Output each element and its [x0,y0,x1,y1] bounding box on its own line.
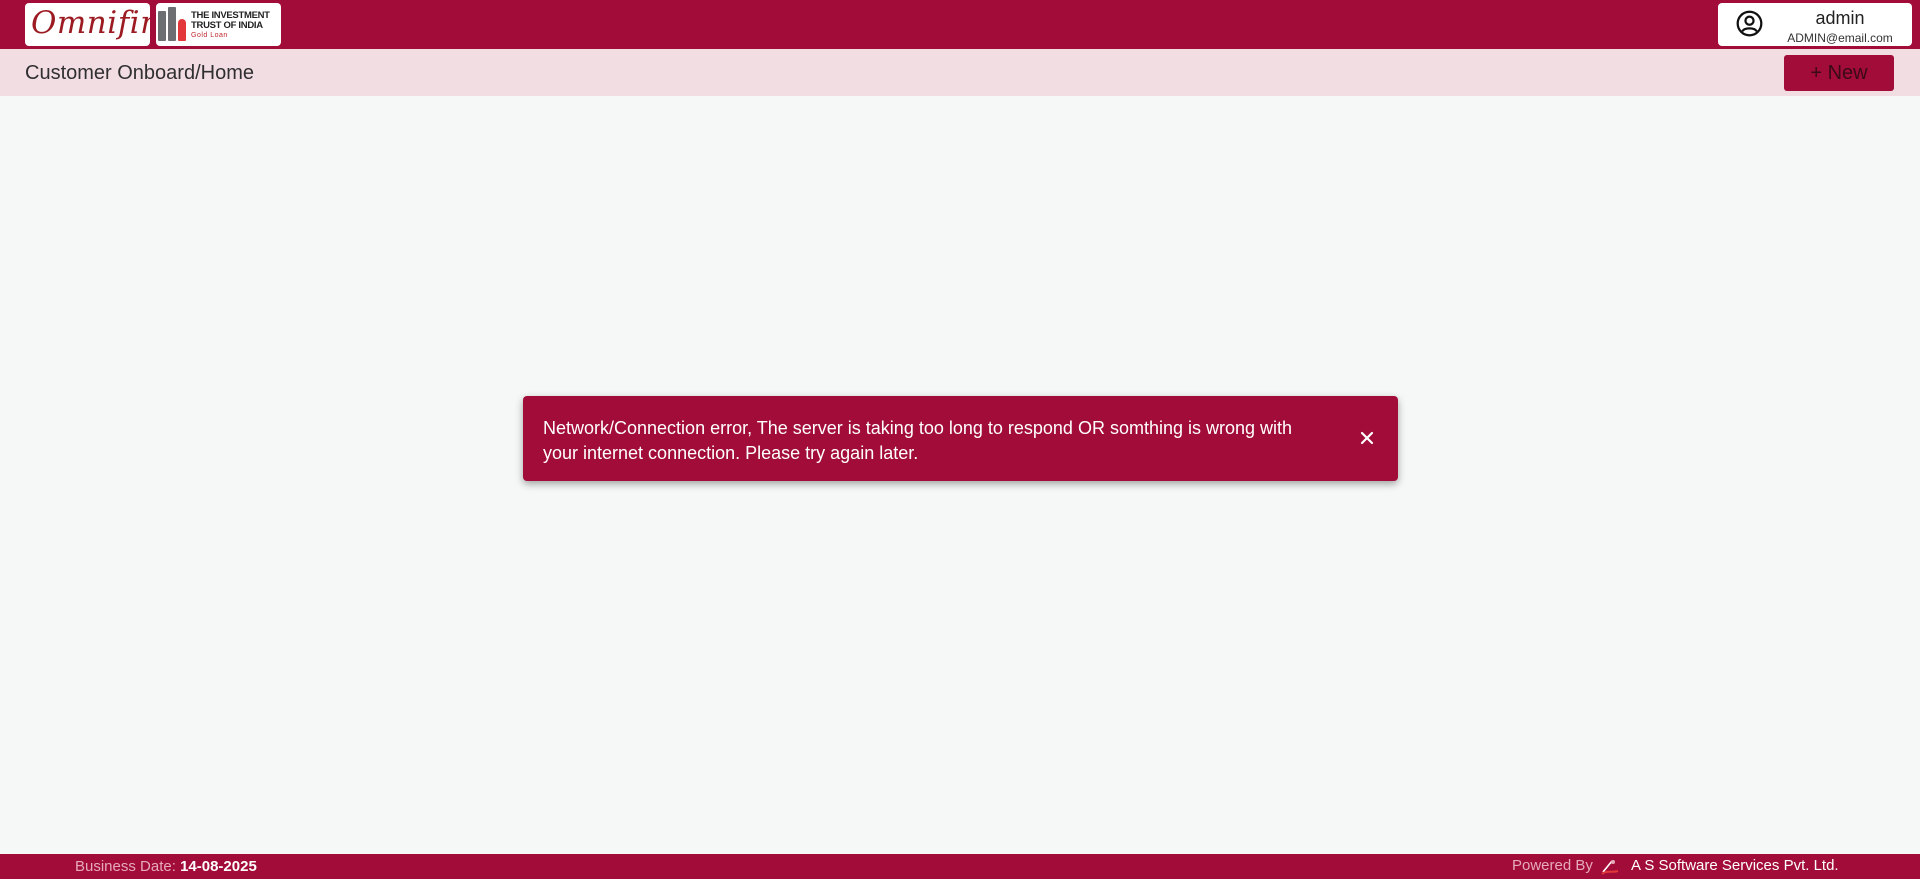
user-email: ADMIN@email.com [1787,31,1893,45]
business-date-value: 14-08-2025 [180,858,257,875]
user-circle-icon [1736,10,1763,37]
company-name: A S Software Services Pvt. Ltd. [1631,857,1839,874]
page-subheader: Customer Onboard/Home + New [0,49,1920,96]
iti-logo-mark-icon [158,7,188,41]
toast-message: Network/Connection error, The server is … [543,418,1293,463]
omnifin-logo-text: Omnifin [31,5,150,41]
iti-logo-subtext: Gold Loan [191,32,228,39]
user-profile-button[interactable]: admin ADMIN@email.com [1718,3,1912,46]
business-date: Business Date: 14-08-2025 [75,858,257,875]
omnifin-logo[interactable]: Omnifin [25,3,150,46]
company-logo-icon [1601,860,1619,875]
investment-trust-logo[interactable]: THE INVESTMENT TRUST OF INDIA Gold Loan [156,3,281,46]
error-toast: Network/Connection error, The server is … [523,396,1398,481]
business-date-label: Business Date: [75,858,176,875]
footer: Business Date: 14-08-2025 Powered By A S… [0,854,1920,879]
user-name: admin [1815,8,1865,28]
toast-close-button[interactable] [1355,426,1379,450]
top-header: Omnifin THE INVESTMENT TRUST OF INDIA Go… [0,0,1920,49]
iti-logo-text: THE INVESTMENT TRUST OF INDIA [191,10,270,31]
powered-by-label: Powered By [1512,857,1593,874]
close-icon [1360,431,1374,445]
breadcrumb: Customer Onboard/Home [25,62,254,84]
new-button[interactable]: + New [1784,55,1894,91]
